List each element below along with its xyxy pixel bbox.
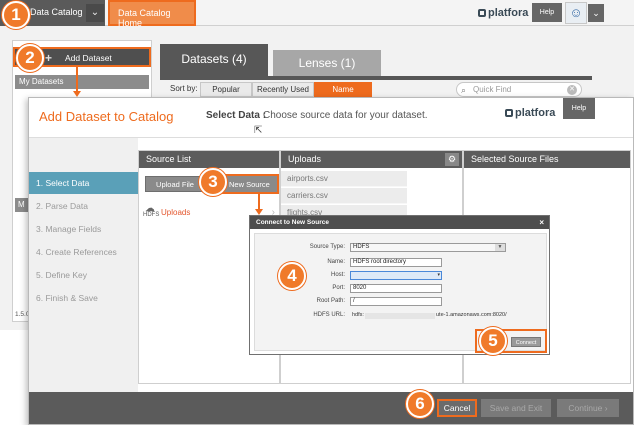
nav-chevron-down-icon[interactable]: ⌄	[86, 4, 104, 22]
platfora-logo-icon	[505, 109, 513, 117]
source-item-label: Uploads	[161, 208, 191, 217]
user-avatar-icon[interactable]: ☺	[565, 2, 587, 24]
brand-text: platfora	[515, 107, 556, 119]
cancel-button[interactable]: Cancel	[437, 399, 477, 417]
annotation-arrowhead	[255, 209, 263, 215]
platfora-logo: platfora	[505, 107, 555, 119]
hdfs-url-label: HDFS URL:	[313, 312, 345, 318]
dialog-help-button[interactable]: Help	[563, 98, 595, 119]
continue-button[interactable]: Continue ›	[557, 399, 619, 417]
file-row-carriers[interactable]: carriers.csv	[281, 188, 407, 204]
close-icon[interactable]: ×	[539, 216, 544, 229]
step-manage-fields[interactable]: 3. Manage Fields	[29, 218, 138, 240]
quick-find-input[interactable]: ⌕ Quick Find ✕	[456, 82, 582, 97]
user-menu-chevron-icon[interactable]: ⌄	[588, 4, 604, 22]
quick-find-placeholder: Quick Find	[473, 85, 512, 94]
help-button[interactable]: Help	[532, 3, 562, 22]
sort-recently-used[interactable]: Recently Used	[252, 82, 314, 97]
annotation-badge-3: 3	[199, 168, 227, 196]
add-dataset-label: Add Dataset	[65, 53, 112, 63]
root-path-label: Root Path:	[316, 298, 345, 304]
sort-popular[interactable]: Popular	[200, 82, 252, 97]
name-field[interactable]: HDFS root directory	[350, 258, 442, 267]
annotation-arrow	[76, 66, 78, 92]
wizard-steps: 1. Select Data 2. Parse Data 3. Manage F…	[29, 138, 138, 392]
annotation-badge-5: 5	[479, 327, 507, 355]
dialog-header: Add Dataset to Catalog Select Data : Cho…	[29, 98, 633, 138]
annotation-arrowhead	[73, 91, 81, 97]
dropdown-arrow-icon: ▾	[437, 272, 440, 278]
brand-text: platfora	[488, 7, 529, 19]
chevron-right-icon: ›	[604, 403, 608, 413]
search-icon: ⌕	[461, 85, 467, 95]
clear-search-icon[interactable]: ✕	[567, 85, 577, 95]
step-define-key[interactable]: 5. Define Key	[29, 264, 138, 286]
platfora-logo: platfora	[478, 7, 528, 19]
my-datasets-header: My Datasets	[15, 75, 149, 89]
annotation-badge-2: 2	[16, 44, 44, 72]
host-select[interactable]: ▾	[350, 271, 442, 280]
plus-icon: +	[45, 51, 53, 65]
hdfs-icon: ☁ HDFS	[143, 203, 160, 219]
source-type-select[interactable]: HDFS ▼	[350, 243, 506, 252]
tab-lenses[interactable]: Lenses (1)	[273, 50, 381, 76]
hdfs-url-suffix: ute-1.amazonaws.com:8020/	[436, 312, 507, 318]
top-nav-bar: Data Catalog ⌄ Data Catalog Home platfor…	[0, 0, 634, 28]
annotation-badge-6: 6	[406, 390, 434, 418]
mouse-cursor-icon: ⇱	[254, 125, 263, 136]
tab-datasets-label: Datasets (4)	[181, 52, 247, 66]
step-parse-data[interactable]: 2. Parse Data	[29, 195, 138, 217]
continue-label: Continue	[568, 403, 603, 413]
nav-home-label: Data Catalog Home	[118, 8, 171, 28]
sidebar-section-header: M	[15, 198, 29, 212]
modal-header: Connect to New Source ×	[250, 216, 549, 229]
platfora-logo-icon	[478, 9, 486, 17]
source-type-label: Source Type:	[309, 244, 345, 250]
save-and-exit-button[interactable]: Save and Exit	[481, 399, 551, 417]
dialog-footer: Cancel Save and Exit Continue ›	[29, 392, 633, 424]
tab-strip	[160, 76, 592, 80]
modal-title: Connect to New Source	[256, 219, 329, 226]
dropdown-arrow-icon: ▼	[495, 244, 505, 251]
annotation-badge-4: 4	[278, 262, 306, 290]
step-label: Select Data :	[206, 110, 267, 121]
hdfs-url-redacted	[365, 313, 435, 319]
step-create-references[interactable]: 4. Create References	[29, 241, 138, 263]
source-type-value: HDFS	[353, 244, 370, 250]
upload-file-button[interactable]: Upload File	[145, 176, 205, 192]
gear-icon[interactable]: ⚙	[445, 153, 459, 166]
hdfs-url-prefix: hdfs:	[352, 312, 364, 318]
sort-name[interactable]: Name	[314, 82, 372, 97]
source-list-header: Source List	[139, 151, 279, 168]
annotation-arrow	[258, 194, 260, 210]
sort-by-label: Sort by:	[170, 84, 198, 93]
hdfs-icon-label: HDFS	[143, 212, 160, 218]
step-finish-save[interactable]: 6. Finish & Save	[29, 287, 138, 309]
selected-files-header: Selected Source Files	[464, 151, 630, 168]
nav-data-catalog-label: Data Catalog	[30, 7, 83, 17]
dialog-title: Add Dataset to Catalog	[39, 109, 174, 124]
catalog-main: Datasets (4) Lenses (1) Sort by: Popular…	[160, 44, 592, 104]
tab-datasets[interactable]: Datasets (4)	[160, 44, 268, 76]
root-path-field[interactable]: /	[350, 297, 442, 306]
step-select-data[interactable]: 1. Select Data	[29, 172, 138, 194]
tab-lenses-label: Lenses (1)	[298, 56, 356, 70]
file-row-airports[interactable]: airports.csv	[281, 171, 407, 187]
port-field[interactable]: 8020	[350, 284, 442, 293]
uploads-header: Uploads	[281, 151, 462, 168]
annotation-badge-1: 1	[2, 1, 30, 29]
nav-data-catalog-home[interactable]: Data Catalog Home	[108, 0, 196, 28]
step-description: Choose source data for your dataset.	[263, 110, 428, 121]
